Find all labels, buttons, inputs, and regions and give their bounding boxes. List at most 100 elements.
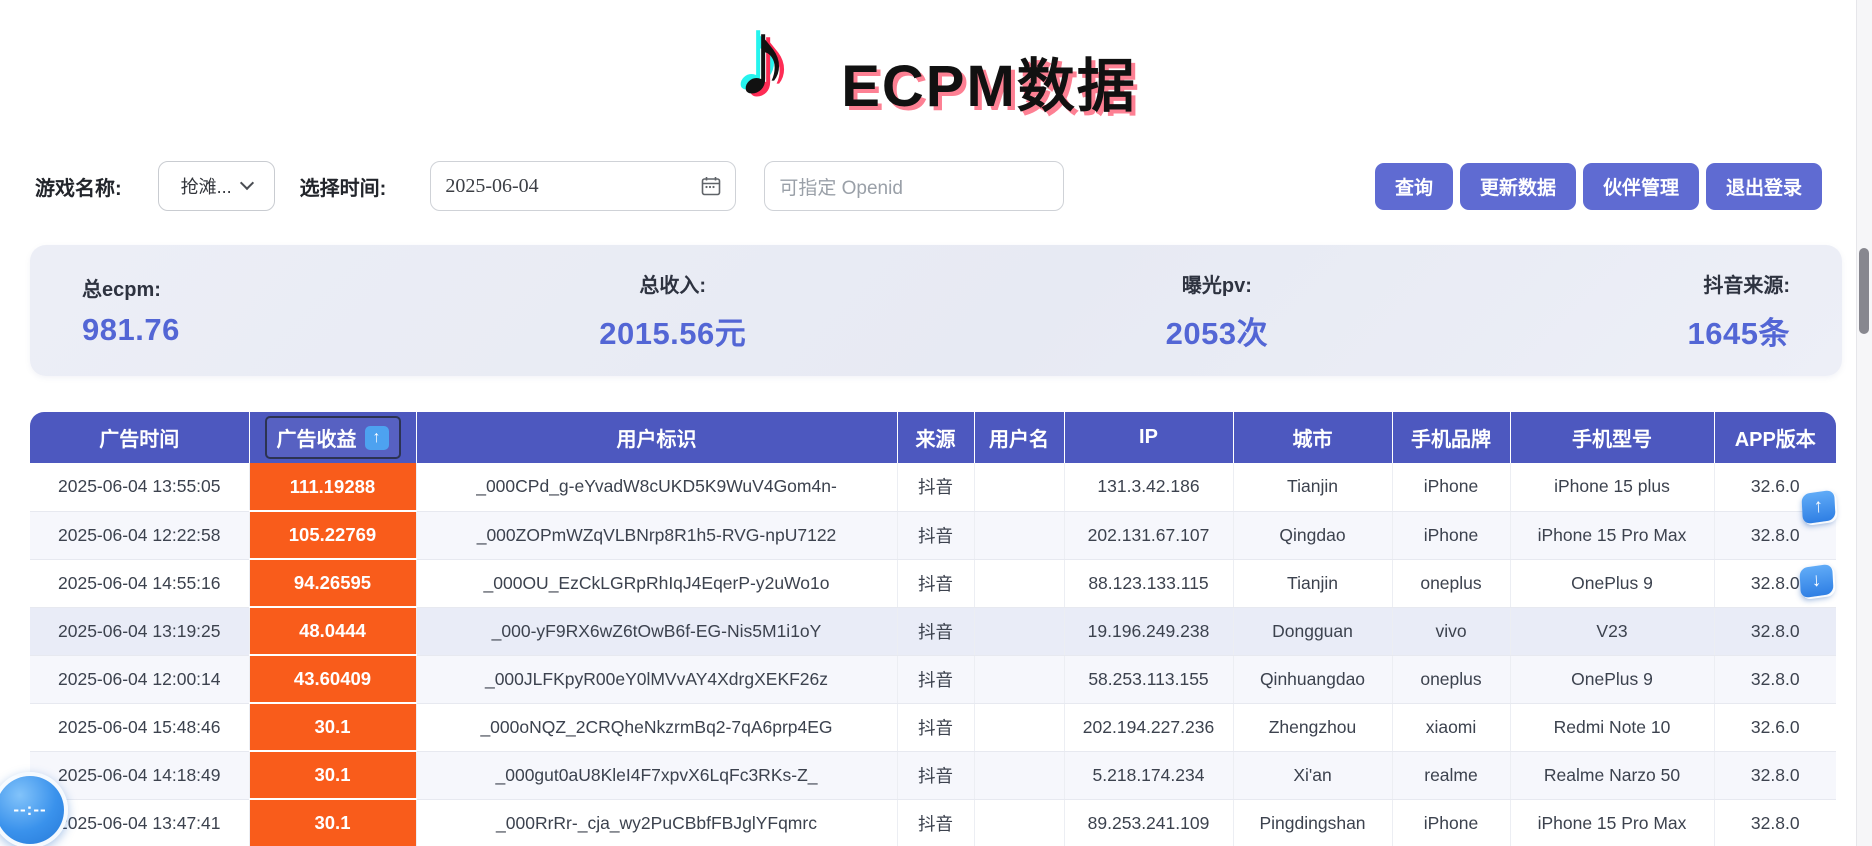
table-cell: 94.26595 <box>249 559 416 607</box>
table-row: 2025-06-04 13:47:4130.1_000RrRr-_cja_wy2… <box>30 799 1836 846</box>
table-cell: 抖音 <box>897 511 974 559</box>
stat-value: 2053次 <box>1166 308 1268 353</box>
table-cell: vivo <box>1392 607 1510 655</box>
col-username: 用户名 <box>974 412 1064 463</box>
table-cell: _000ZOPmWZqVLBNrp8R1h5-RVG-npU7122 <box>416 511 897 559</box>
table-cell: _000CPd_g-eYvadW8cUKD5K9WuV4Gom4n- <box>416 463 897 511</box>
table-cell: 2025-06-04 12:22:58 <box>30 511 249 559</box>
table-cell: 2025-06-04 13:55:05 <box>30 463 249 511</box>
sort-arrow-up-icon: ↑ <box>365 426 389 450</box>
game-select[interactable]: 抢滩... <box>158 161 275 211</box>
table-cell: 32.8.0 <box>1714 751 1836 799</box>
col-ad-time: 广告时间 <box>30 412 249 463</box>
table-header-row: 广告时间 广告收益 ↑ 用户标识 来源 用户名 IP 城市 手机品牌 手机型号 … <box>30 412 1836 463</box>
table-cell: 202.194.227.236 <box>1064 703 1233 751</box>
table-cell: 2025-06-04 14:55:16 <box>30 559 249 607</box>
table-cell: Redmi Note 10 <box>1510 703 1714 751</box>
table-row: 2025-06-04 13:55:05111.19288_000CPd_g-eY… <box>30 463 1836 511</box>
table-cell: _000RrRr-_cja_wy2PuCBbfFBJglYFqmrc <box>416 799 897 846</box>
partner-manage-button[interactable]: 伙伴管理 <box>1583 163 1699 210</box>
table-row: 2025-06-04 14:55:1694.26595_000OU_EzCkLG… <box>30 559 1836 607</box>
filter-bar: 游戏名称: 抢滩... 选择时间: 2025-06-04 可指定 Openid … <box>35 160 1822 212</box>
table-cell <box>974 559 1064 607</box>
table-cell: iPhone <box>1392 511 1510 559</box>
table-cell <box>974 703 1064 751</box>
chevron-down-icon <box>240 176 254 190</box>
table-cell: 抖音 <box>897 799 974 846</box>
table-cell: 30.1 <box>249 799 416 846</box>
header: ♪ ♪ ♪ ECPM数据 <box>0 0 1872 130</box>
update-data-button[interactable]: 更新数据 <box>1460 163 1576 210</box>
table-cell: _000-yF9RX6wZ6tOwB6f-EG-Nis5M1i1oY <box>416 607 897 655</box>
table-cell: 32.6.0 <box>1714 703 1836 751</box>
table-cell <box>974 655 1064 703</box>
table-cell: oneplus <box>1392 559 1510 607</box>
table-cell: 2025-06-04 15:48:46 <box>30 703 249 751</box>
table-cell: 2025-06-04 13:19:25 <box>30 607 249 655</box>
revenue-sort-button[interactable]: 广告收益 ↑ <box>265 416 401 459</box>
table-row: 2025-06-04 12:22:58105.22769_000ZOPmWZqV… <box>30 511 1836 559</box>
table-cell: Zhengzhou <box>1233 703 1392 751</box>
stat-label: 曝光pv: <box>1166 269 1268 298</box>
table-cell: V23 <box>1510 607 1714 655</box>
col-phone-brand: 手机品牌 <box>1392 412 1510 463</box>
scroll-to-top-button[interactable]: ↑ <box>1801 490 1835 525</box>
col-ad-revenue: 广告收益 ↑ <box>249 412 416 463</box>
action-buttons: 查询 更新数据 伙伴管理 退出登录 <box>1375 163 1822 210</box>
table-cell: 抖音 <box>897 607 974 655</box>
table-cell: Pingdingshan <box>1233 799 1392 846</box>
table-cell <box>974 799 1064 846</box>
table-cell <box>974 607 1064 655</box>
openid-placeholder: 可指定 Openid <box>779 173 903 200</box>
table-cell <box>974 511 1064 559</box>
ecpm-data-table: 广告时间 广告收益 ↑ 用户标识 来源 用户名 IP 城市 手机品牌 手机型号 … <box>30 412 1836 846</box>
tiktok-note-icon-black: ♪ <box>735 0 789 117</box>
table-cell: 抖音 <box>897 655 974 703</box>
stat-value: 981.76 <box>82 312 180 348</box>
table-cell: 111.19288 <box>249 463 416 511</box>
stat-douyin-source: 抖音来源: 1645条 <box>1688 269 1790 353</box>
table-row: 2025-06-04 15:48:4630.1_000oNQZ_2CRQheNk… <box>30 703 1836 751</box>
logout-button[interactable]: 退出登录 <box>1706 163 1822 210</box>
table-row: 2025-06-04 12:00:1443.60409_000JLFKpyR00… <box>30 655 1836 703</box>
stats-bar: 总ecpm: 981.76 总收入: 2015.56元 曝光pv: 2053次 … <box>30 245 1842 376</box>
table-cell: iPhone <box>1392 463 1510 511</box>
stat-label: 总收入: <box>599 269 746 298</box>
table-cell: xiaomi <box>1392 703 1510 751</box>
calendar-icon[interactable] <box>701 176 721 196</box>
stat-exposure-pv: 曝光pv: 2053次 <box>1166 269 1268 353</box>
table-cell: iPhone 15 Pro Max <box>1510 511 1714 559</box>
table-cell: 抖音 <box>897 463 974 511</box>
table-cell: 131.3.42.186 <box>1064 463 1233 511</box>
stat-label: 抖音来源: <box>1688 269 1790 298</box>
game-name-label: 游戏名称: <box>35 172 122 201</box>
col-app-version: APP版本 <box>1714 412 1836 463</box>
table-cell: Tianjin <box>1233 463 1392 511</box>
table-cell: 89.253.241.109 <box>1064 799 1233 846</box>
scrollbar-thumb[interactable] <box>1859 248 1869 334</box>
date-picker-input[interactable]: 2025-06-04 <box>430 161 736 211</box>
table-cell: realme <box>1392 751 1510 799</box>
openid-input[interactable]: 可指定 Openid <box>764 161 1064 211</box>
table-cell: 48.0444 <box>249 607 416 655</box>
col-user-id: 用户标识 <box>416 412 897 463</box>
table-row: 2025-06-04 14:18:4930.1_000gut0aU8KleI4F… <box>30 751 1836 799</box>
query-button[interactable]: 查询 <box>1375 163 1453 210</box>
page-title: ECPM数据 <box>841 39 1137 123</box>
table-cell: oneplus <box>1392 655 1510 703</box>
table-cell: 5.218.174.234 <box>1064 751 1233 799</box>
table-cell: 2025-06-04 12:00:14 <box>30 655 249 703</box>
page-scrollbar[interactable] <box>1856 0 1872 846</box>
floating-timer-widget[interactable]: --:-- <box>0 772 68 846</box>
table-cell: 抖音 <box>897 559 974 607</box>
table-cell: OnePlus 9 <box>1510 655 1714 703</box>
scroll-to-bottom-button[interactable]: ↓ <box>1799 564 1833 599</box>
table-cell: Qingdao <box>1233 511 1392 559</box>
table-cell: 43.60409 <box>249 655 416 703</box>
table-cell: 抖音 <box>897 751 974 799</box>
table-cell: _000gut0aU8KleI4F7xpvX6LqFc3RKs-Z_ <box>416 751 897 799</box>
table-row: 2025-06-04 13:19:2548.0444_000-yF9RX6wZ6… <box>30 607 1836 655</box>
table-cell: 30.1 <box>249 751 416 799</box>
table-cell: Tianjin <box>1233 559 1392 607</box>
col-source: 来源 <box>897 412 974 463</box>
